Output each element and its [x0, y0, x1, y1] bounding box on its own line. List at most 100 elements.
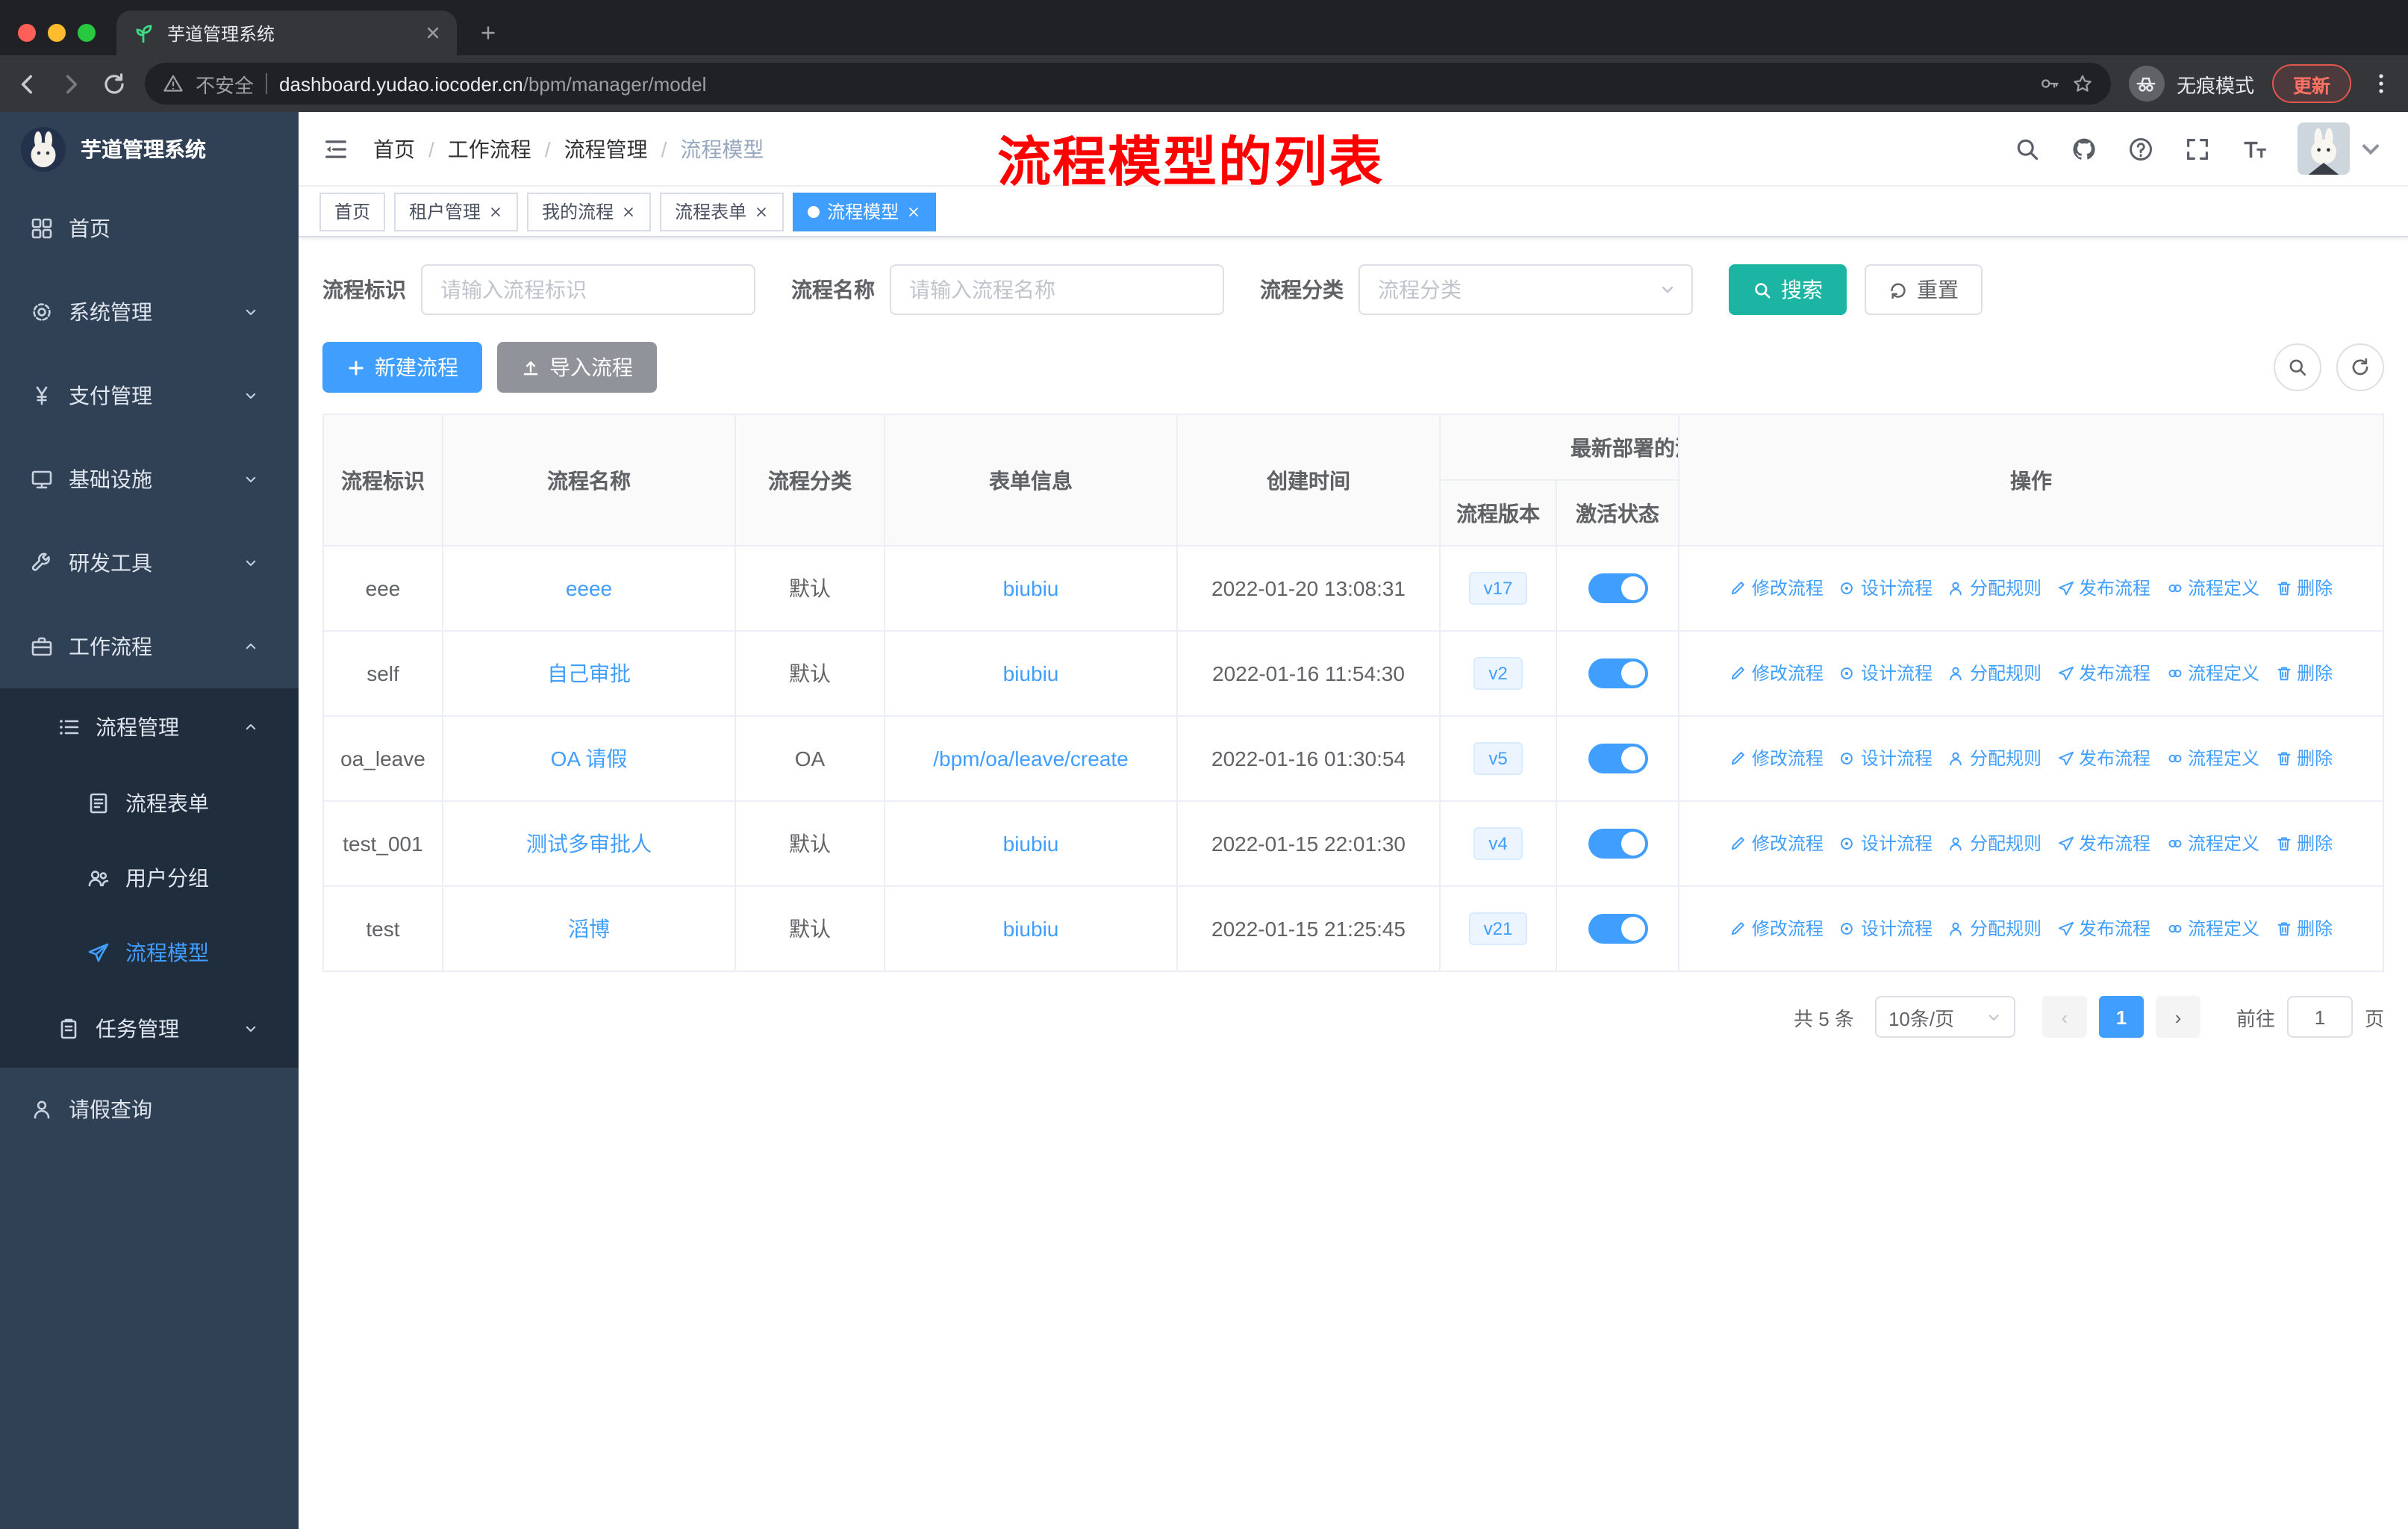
- action-assign[interactable]: 分配规则: [1947, 661, 2042, 686]
- search-button[interactable]: 搜索: [1729, 264, 1847, 315]
- close-icon[interactable]: [621, 204, 636, 219]
- close-window-button[interactable]: [18, 24, 36, 42]
- browser-menu-icon[interactable]: [2369, 72, 2393, 96]
- active-toggle[interactable]: [1588, 914, 1647, 944]
- help-icon[interactable]: [2127, 135, 2154, 162]
- browser-tab[interactable]: 芋道管理系统: [116, 10, 457, 55]
- close-icon[interactable]: [488, 204, 503, 219]
- process-name-link[interactable]: 滔博: [568, 917, 610, 941]
- form-info-link[interactable]: biubiu: [1003, 832, 1059, 856]
- action-define[interactable]: 流程定义: [2165, 831, 2259, 856]
- action-define[interactable]: 流程定义: [2165, 916, 2259, 941]
- reset-button[interactable]: 重置: [1865, 264, 1983, 315]
- form-info-link[interactable]: /bpm/oa/leave/create: [933, 747, 1129, 770]
- process-name-link[interactable]: eeee: [566, 576, 612, 600]
- action-publish[interactable]: 发布流程: [2056, 916, 2150, 941]
- version-tag[interactable]: v17: [1468, 571, 1528, 605]
- close-icon[interactable]: [754, 204, 769, 219]
- sidebar-item-task[interactable]: 任务管理: [0, 990, 299, 1068]
- address-bar[interactable]: 不安全 dashboard.yudao.iocoder.cn/bpm/manag…: [145, 63, 2111, 105]
- active-toggle[interactable]: [1588, 744, 1647, 773]
- action-assign[interactable]: 分配规则: [1947, 746, 2042, 771]
- import-process-button[interactable]: 导入流程: [497, 342, 657, 393]
- view-tag[interactable]: 租户管理: [394, 192, 519, 231]
- sidebar-item-process[interactable]: 流程管理: [0, 688, 299, 766]
- version-tag[interactable]: v2: [1473, 656, 1523, 691]
- tab-close-icon[interactable]: [424, 24, 442, 42]
- action-edit[interactable]: 修改流程: [1729, 661, 1824, 686]
- action-edit[interactable]: 修改流程: [1729, 831, 1824, 856]
- sidebar-item-leave[interactable]: 请假查询: [0, 1068, 299, 1151]
- action-delete[interactable]: 删除: [2274, 576, 2333, 601]
- category-select[interactable]: 流程分类: [1359, 264, 1693, 315]
- toggle-search-icon[interactable]: [2274, 343, 2321, 391]
- view-tag[interactable]: 流程表单: [660, 192, 785, 231]
- action-publish[interactable]: 发布流程: [2056, 661, 2150, 686]
- action-edit[interactable]: 修改流程: [1729, 916, 1824, 941]
- view-tag[interactable]: 首页: [319, 192, 386, 231]
- sidebar-item-group[interactable]: 用户分组: [0, 841, 299, 915]
- action-assign[interactable]: 分配规则: [1947, 831, 2042, 856]
- sidebar-item-tools[interactable]: 研发工具: [0, 521, 299, 605]
- version-tag[interactable]: v4: [1473, 826, 1523, 861]
- active-toggle[interactable]: [1588, 829, 1647, 859]
- bookmark-star-icon[interactable]: [2072, 73, 2093, 94]
- refresh-table-icon[interactable]: [2336, 343, 2384, 391]
- version-tag[interactable]: v5: [1473, 741, 1523, 776]
- sidebar-item-infra[interactable]: 基础设施: [0, 437, 299, 521]
- view-tag[interactable]: 流程模型: [793, 192, 937, 231]
- minimize-window-button[interactable]: [48, 24, 66, 42]
- action-publish[interactable]: 发布流程: [2056, 576, 2150, 601]
- action-delete[interactable]: 删除: [2274, 746, 2333, 771]
- sidebar-item-form[interactable]: 流程表单: [0, 766, 299, 841]
- sidebar-item-dashboard[interactable]: 首页: [0, 187, 299, 270]
- page-size-select[interactable]: 10条/页: [1874, 996, 2015, 1038]
- key-icon[interactable]: [2039, 73, 2060, 94]
- active-toggle[interactable]: [1588, 573, 1647, 603]
- action-publish[interactable]: 发布流程: [2056, 746, 2150, 771]
- github-icon[interactable]: [2071, 135, 2097, 162]
- action-delete[interactable]: 删除: [2274, 831, 2333, 856]
- action-edit[interactable]: 修改流程: [1729, 576, 1824, 601]
- security-label[interactable]: 不安全: [196, 69, 254, 98]
- action-design[interactable]: 设计流程: [1838, 831, 1933, 856]
- sidebar-fold-icon[interactable]: [322, 135, 349, 162]
- back-icon[interactable]: [15, 71, 40, 96]
- search-icon[interactable]: [2014, 135, 2041, 162]
- user-menu[interactable]: [2298, 122, 2384, 175]
- action-define[interactable]: 流程定义: [2165, 746, 2259, 771]
- action-delete[interactable]: 删除: [2274, 661, 2333, 686]
- action-define[interactable]: 流程定义: [2165, 576, 2259, 601]
- action-design[interactable]: 设计流程: [1838, 661, 1933, 686]
- goto-page-input[interactable]: [2286, 996, 2353, 1038]
- process-name-link[interactable]: 测试多审批人: [526, 832, 652, 856]
- new-tab-icon[interactable]: [469, 13, 508, 52]
- form-info-link[interactable]: biubiu: [1003, 917, 1059, 941]
- prev-page-button[interactable]: ‹: [2042, 996, 2087, 1038]
- zoom-window-button[interactable]: [78, 24, 96, 42]
- breadcrumb-item[interactable]: 工作流程: [448, 134, 551, 164]
- font-size-icon[interactable]: [2241, 135, 2268, 162]
- sidebar-item-model[interactable]: 流程模型: [0, 915, 299, 990]
- create-process-button[interactable]: 新建流程: [322, 342, 482, 393]
- forward-icon[interactable]: [58, 71, 84, 96]
- active-toggle[interactable]: [1588, 658, 1647, 688]
- process-id-input[interactable]: [421, 264, 755, 315]
- action-design[interactable]: 设计流程: [1838, 916, 1933, 941]
- breadcrumb-item[interactable]: 首页: [373, 134, 434, 164]
- process-name-link[interactable]: 自己审批: [547, 661, 631, 685]
- fullscreen-icon[interactable]: [2184, 135, 2211, 162]
- security-warning-icon[interactable]: [163, 73, 184, 94]
- version-tag[interactable]: v21: [1468, 912, 1528, 946]
- view-tag[interactable]: 我的流程: [527, 192, 652, 231]
- action-publish[interactable]: 发布流程: [2056, 831, 2150, 856]
- form-info-link[interactable]: biubiu: [1003, 576, 1059, 600]
- page-1-button[interactable]: 1: [2098, 996, 2144, 1038]
- sidebar-item-gear[interactable]: 系统管理: [0, 270, 299, 354]
- action-edit[interactable]: 修改流程: [1729, 746, 1824, 771]
- sidebar-item-workflow[interactable]: 工作流程: [0, 605, 299, 688]
- action-assign[interactable]: 分配规则: [1947, 916, 2042, 941]
- next-page-button[interactable]: ›: [2155, 996, 2200, 1038]
- action-design[interactable]: 设计流程: [1838, 576, 1933, 601]
- action-define[interactable]: 流程定义: [2165, 661, 2259, 686]
